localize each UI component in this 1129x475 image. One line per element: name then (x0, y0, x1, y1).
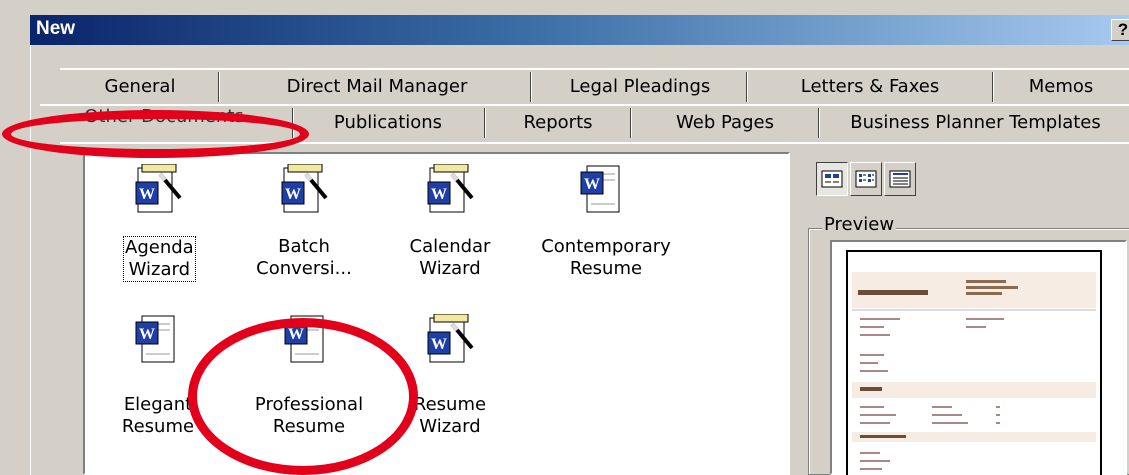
template-batch-conversion[interactable]: W Batch Conversi... (239, 163, 369, 294)
template-calendar-wizard[interactable]: W Calendar Wizard (385, 163, 515, 294)
details-view-button[interactable] (884, 162, 916, 196)
template-label-line2: Resume (272, 416, 346, 437)
tab-divider (530, 72, 532, 102)
preview-label: Preview (822, 214, 897, 235)
svg-text:W: W (285, 186, 301, 203)
template-label-line1: Calendar (409, 236, 491, 257)
template-label-line1: Agenda (125, 237, 194, 258)
svg-text:W: W (288, 326, 304, 343)
word-wizard-icon: W (426, 313, 474, 370)
preview-page-thumbnail (846, 250, 1102, 475)
template-label-line2: Wizard (419, 416, 481, 437)
tab-publications[interactable]: Publications (296, 106, 480, 140)
tab-divider (818, 108, 820, 138)
tab-general[interactable]: General (60, 70, 220, 104)
help-button[interactable]: ? (1111, 19, 1129, 41)
tab-divider (218, 72, 220, 102)
tab-reports[interactable]: Reports (488, 106, 628, 140)
dialog-edge (30, 45, 31, 475)
tab-divider (484, 108, 486, 138)
tab-business-planner-templates[interactable]: Business Planner Templates (822, 106, 1129, 140)
list-icon (855, 170, 877, 188)
tab-letters-faxes[interactable]: Letters & Faxes (750, 70, 990, 104)
list-view-button[interactable] (850, 162, 882, 196)
word-document-icon: W (283, 314, 331, 370)
template-label-line2: Wizard (128, 259, 191, 280)
tab-divider (746, 72, 748, 102)
tab-divider (992, 72, 994, 102)
word-document-icon: W (134, 314, 182, 370)
svg-text:W: W (431, 336, 447, 353)
template-agenda-wizard[interactable]: W Agenda Wizard (93, 163, 223, 294)
template-elegant-resume[interactable]: W Elegant Resume (93, 314, 223, 444)
tab-memos[interactable]: Memos (996, 70, 1126, 104)
large-icons-icon (821, 170, 843, 188)
svg-text:W: W (139, 326, 155, 343)
template-label-line2: Conversi... (256, 258, 352, 279)
word-document-icon: W (579, 164, 627, 220)
tab-divider (630, 108, 632, 138)
svg-text:W: W (584, 176, 600, 193)
template-resume-wizard[interactable]: W Resume Wizard (385, 313, 515, 444)
tab-legal-pleadings[interactable]: Legal Pleadings (534, 70, 746, 104)
tab-divider (292, 108, 294, 138)
template-list[interactable]: W Agenda Wizard W Batch Conversi... W Ca… (83, 152, 790, 475)
template-label-line1: Professional (254, 394, 364, 415)
word-wizard-icon: W (426, 163, 474, 220)
template-contemporary-resume[interactable]: W Contemporary Resume (531, 164, 681, 294)
template-label-line1: Resume (413, 394, 487, 415)
tab-other-documents[interactable]: Other Documents (44, 100, 284, 134)
word-wizard-icon: W (280, 163, 328, 220)
large-icons-view-button[interactable] (816, 162, 848, 196)
word-wizard-icon: W (134, 163, 182, 220)
template-label-line1: Contemporary (541, 236, 671, 257)
template-label-line1: Batch (278, 236, 330, 257)
template-label-line2: Resume (569, 258, 643, 279)
tab-direct-mail-manager[interactable]: Direct Mail Manager (222, 70, 532, 104)
svg-text:W: W (431, 186, 447, 203)
window-title: New (36, 18, 76, 39)
template-label-line2: Resume (121, 416, 195, 437)
template-professional-resume[interactable]: W Professional Resume (239, 314, 379, 444)
template-label-line1: Elegant (123, 394, 193, 415)
details-icon (889, 170, 911, 188)
title-bar: New ? (30, 15, 1129, 45)
tab-web-pages[interactable]: Web Pages (634, 106, 816, 140)
svg-text:W: W (139, 186, 155, 203)
template-label-line2: Wizard (419, 258, 481, 279)
